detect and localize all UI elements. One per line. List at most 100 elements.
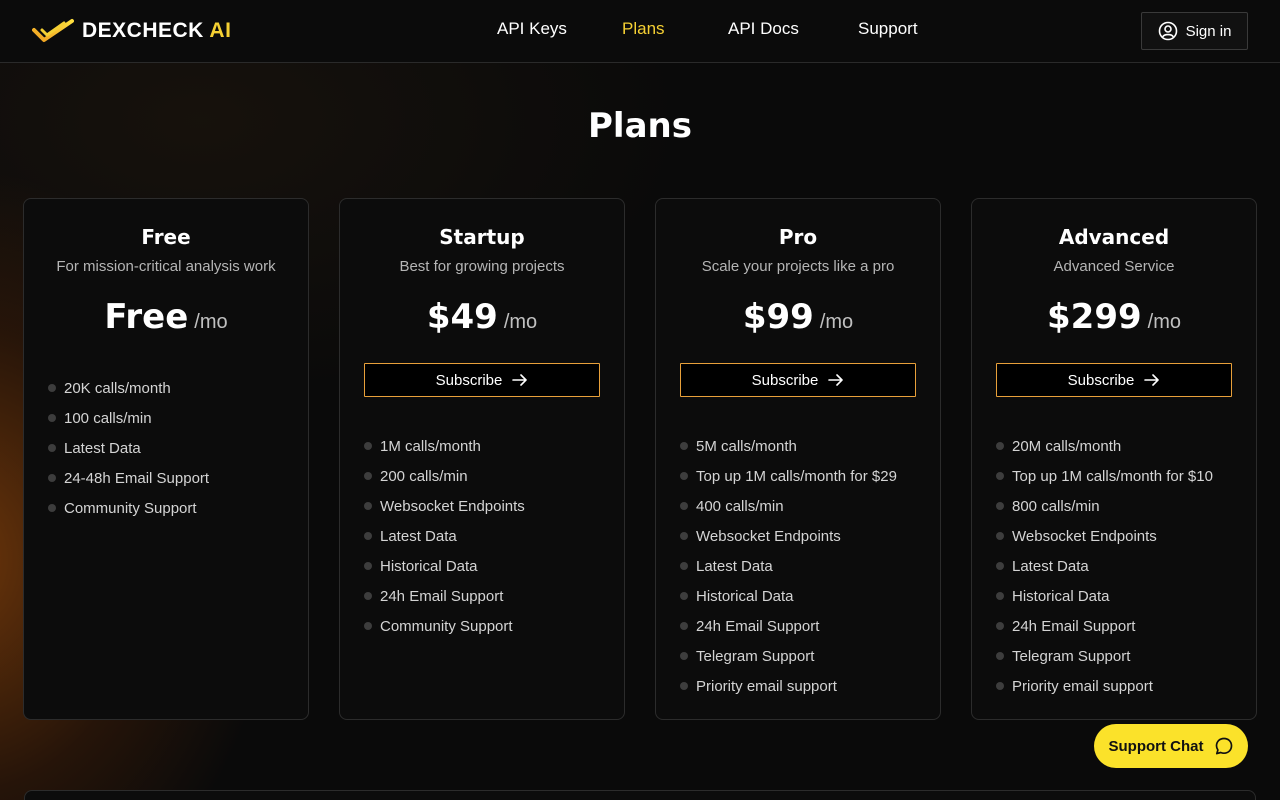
feature-item: 20M calls/month bbox=[996, 431, 1213, 461]
bullet-icon bbox=[364, 442, 372, 450]
feature-item: Historical Data bbox=[680, 581, 897, 611]
subscribe-label: Subscribe bbox=[435, 371, 503, 389]
feature-item: 20K calls/month bbox=[48, 373, 209, 403]
nav-api-keys[interactable]: API Keys bbox=[497, 19, 567, 39]
arrow-right-icon bbox=[828, 374, 844, 386]
feature-item: Community Support bbox=[364, 611, 525, 641]
feature-item: Latest Data bbox=[996, 551, 1213, 581]
price-period: /mo bbox=[1147, 311, 1181, 333]
plan-card-advanced: Advanced Advanced Service $299/mo Subscr… bbox=[971, 198, 1257, 720]
feature-item: Community Support bbox=[48, 493, 209, 523]
plan-price: Free/mo bbox=[24, 297, 308, 337]
subscribe-button-pro[interactable]: Subscribe bbox=[680, 363, 916, 397]
bullet-icon bbox=[364, 622, 372, 630]
plan-price: $49/mo bbox=[340, 297, 624, 337]
feature-item: Latest Data bbox=[364, 521, 525, 551]
bullet-icon bbox=[364, 592, 372, 600]
feature-item: 24-48h Email Support bbox=[48, 463, 209, 493]
feature-list: 5M calls/month Top up 1M calls/month for… bbox=[680, 431, 897, 701]
bullet-icon bbox=[680, 472, 688, 480]
bullet-icon bbox=[48, 474, 56, 482]
feature-item: Historical Data bbox=[996, 581, 1213, 611]
feature-item: Top up 1M calls/month for $10 bbox=[996, 461, 1213, 491]
plan-description: Best for growing projects bbox=[399, 258, 565, 275]
bullet-icon bbox=[680, 682, 688, 690]
nav-support[interactable]: Support bbox=[858, 19, 918, 39]
bullet-icon bbox=[996, 652, 1004, 660]
bullet-icon bbox=[996, 622, 1004, 630]
price-amount: $299 bbox=[1047, 297, 1142, 337]
feature-item: 5M calls/month bbox=[680, 431, 897, 461]
bullet-icon bbox=[364, 532, 372, 540]
price-period: /mo bbox=[819, 311, 854, 333]
plan-name: Pro bbox=[778, 225, 818, 249]
price-period: /mo bbox=[194, 311, 228, 333]
plan-description: For mission-critical analysis work bbox=[56, 258, 276, 275]
feature-item: 400 calls/min bbox=[680, 491, 897, 521]
nav-api-docs[interactable]: API Docs bbox=[728, 19, 799, 39]
bullet-icon bbox=[680, 592, 688, 600]
price-period: /mo bbox=[503, 311, 538, 333]
feature-item: Top up 1M calls/month for $29 bbox=[680, 461, 897, 491]
bullet-icon bbox=[48, 444, 56, 452]
feature-item: Telegram Support bbox=[996, 641, 1213, 671]
main-nav: API Keys Plans API Docs Support bbox=[0, 19, 1280, 41]
next-section-panel bbox=[24, 790, 1256, 800]
feature-item: 100 calls/min bbox=[48, 403, 209, 433]
user-circle-icon bbox=[1158, 21, 1177, 41]
support-chat-button[interactable]: Support Chat bbox=[1094, 724, 1248, 768]
bullet-icon bbox=[364, 502, 372, 510]
bullet-icon bbox=[680, 622, 688, 630]
chat-bubble-icon bbox=[1215, 737, 1232, 755]
plan-name: Free bbox=[141, 225, 191, 249]
feature-item: Historical Data bbox=[364, 551, 525, 581]
arrow-right-icon bbox=[1144, 374, 1160, 386]
bullet-icon bbox=[996, 502, 1004, 510]
feature-item: Latest Data bbox=[48, 433, 209, 463]
support-chat-label: Support Chat bbox=[1108, 737, 1204, 755]
feature-item: Latest Data bbox=[680, 551, 897, 581]
plan-description: Scale your projects like a pro bbox=[701, 258, 895, 275]
feature-item: Priority email support bbox=[996, 671, 1213, 701]
price-amount: Free bbox=[104, 297, 189, 337]
bullet-icon bbox=[680, 442, 688, 450]
subscribe-label: Subscribe bbox=[1067, 371, 1135, 389]
sign-in-button[interactable]: Sign in bbox=[1141, 12, 1248, 50]
sign-in-label: Sign in bbox=[1185, 22, 1232, 40]
bullet-icon bbox=[996, 472, 1004, 480]
feature-item: 24h Email Support bbox=[364, 581, 525, 611]
plan-price: $299/mo bbox=[972, 297, 1256, 337]
arrow-right-icon bbox=[512, 374, 528, 386]
feature-item: 24h Email Support bbox=[996, 611, 1213, 641]
subscribe-button-startup[interactable]: Subscribe bbox=[364, 363, 600, 397]
subscribe-button-advanced[interactable]: Subscribe bbox=[996, 363, 1232, 397]
bullet-icon bbox=[364, 472, 372, 480]
feature-item: Websocket Endpoints bbox=[680, 521, 897, 551]
feature-item: Websocket Endpoints bbox=[996, 521, 1213, 551]
plan-price: $99/mo bbox=[656, 297, 940, 337]
feature-item: Telegram Support bbox=[680, 641, 897, 671]
plan-card-startup: Startup Best for growing projects $49/mo… bbox=[339, 198, 625, 720]
top-navbar: DEXCHECK AI API Keys Plans API Docs Supp… bbox=[0, 0, 1280, 63]
plan-description: Advanced Service bbox=[1053, 258, 1175, 275]
feature-item: Websocket Endpoints bbox=[364, 491, 525, 521]
bullet-icon bbox=[364, 562, 372, 570]
bullet-icon bbox=[996, 532, 1004, 540]
bullet-icon bbox=[48, 504, 56, 512]
feature-list: 20M calls/month Top up 1M calls/month fo… bbox=[996, 431, 1213, 701]
bullet-icon bbox=[996, 592, 1004, 600]
feature-list: 20K calls/month 100 calls/min Latest Dat… bbox=[48, 373, 209, 523]
feature-item: Priority email support bbox=[680, 671, 897, 701]
bullet-icon bbox=[48, 384, 56, 392]
plan-name: Startup bbox=[439, 225, 525, 249]
feature-item: 24h Email Support bbox=[680, 611, 897, 641]
bullet-icon bbox=[680, 532, 688, 540]
feature-list: 1M calls/month 200 calls/min Websocket E… bbox=[364, 431, 525, 641]
plan-name: Advanced bbox=[1058, 225, 1170, 249]
bullet-icon bbox=[996, 562, 1004, 570]
feature-item: 1M calls/month bbox=[364, 431, 525, 461]
page-title: Plans bbox=[588, 106, 692, 146]
plan-card-pro: Pro Scale your projects like a pro $99/m… bbox=[655, 198, 941, 720]
nav-plans[interactable]: Plans bbox=[622, 19, 665, 39]
price-amount: $49 bbox=[426, 297, 498, 337]
